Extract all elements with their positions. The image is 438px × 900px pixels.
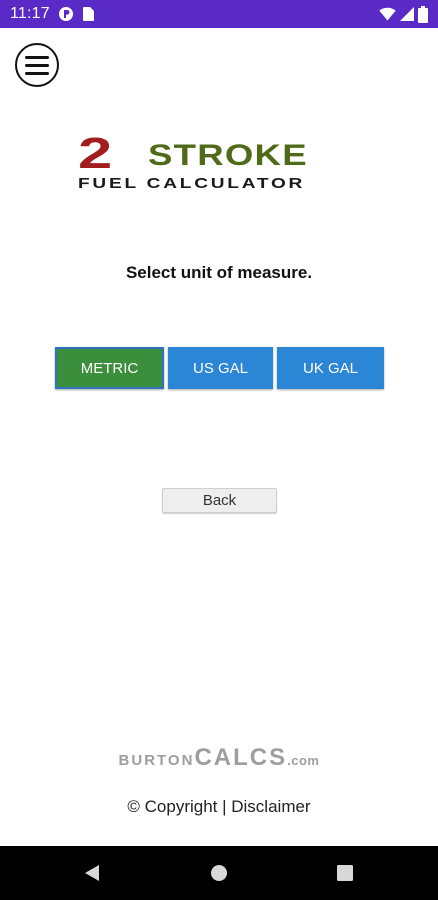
us-gal-button[interactable]: US GAL bbox=[168, 347, 273, 389]
back-button[interactable]: Back bbox=[162, 488, 277, 513]
recents-square-icon[interactable] bbox=[315, 846, 375, 900]
back-triangle-icon[interactable] bbox=[62, 846, 122, 900]
logo-subtitle: FUEL CALCULATOR bbox=[78, 175, 306, 192]
system-nav-bar bbox=[0, 846, 438, 900]
home-circle-icon[interactable] bbox=[189, 846, 249, 900]
unit-prompt: Select unit of measure. bbox=[125, 263, 313, 282]
sim-card-icon bbox=[82, 6, 95, 22]
logo-number: 2 bbox=[78, 129, 112, 178]
status-time: 11:17 bbox=[10, 5, 50, 22]
battery-icon bbox=[418, 5, 428, 23]
brand-part1: BURTON bbox=[118, 752, 195, 769]
brand-logo: BURTONCALCS.com bbox=[0, 744, 438, 772]
hamburger-menu-icon[interactable] bbox=[15, 43, 59, 87]
wifi-icon bbox=[379, 7, 396, 21]
menu-bar-line bbox=[25, 55, 49, 59]
status-bar: 11:17 bbox=[0, 0, 438, 28]
copyright-disclaimer-link[interactable]: © Copyright | Disclaimer bbox=[0, 797, 438, 817]
brand-part3: .com bbox=[287, 753, 320, 768]
signal-icon bbox=[400, 7, 414, 21]
unit-button-group: METRIC US GAL UK GAL bbox=[55, 347, 384, 389]
brand-part2: CALCS bbox=[194, 744, 288, 771]
app-logo: 2 STROKE FUEL CALCULATOR bbox=[78, 129, 360, 195]
uk-gal-button[interactable]: UK GAL bbox=[277, 347, 384, 389]
metric-button[interactable]: METRIC bbox=[55, 347, 164, 389]
notification-icon bbox=[58, 6, 74, 22]
menu-bar-line bbox=[25, 63, 49, 67]
logo-word: STROKE bbox=[148, 139, 308, 172]
menu-bar-line bbox=[25, 71, 49, 75]
